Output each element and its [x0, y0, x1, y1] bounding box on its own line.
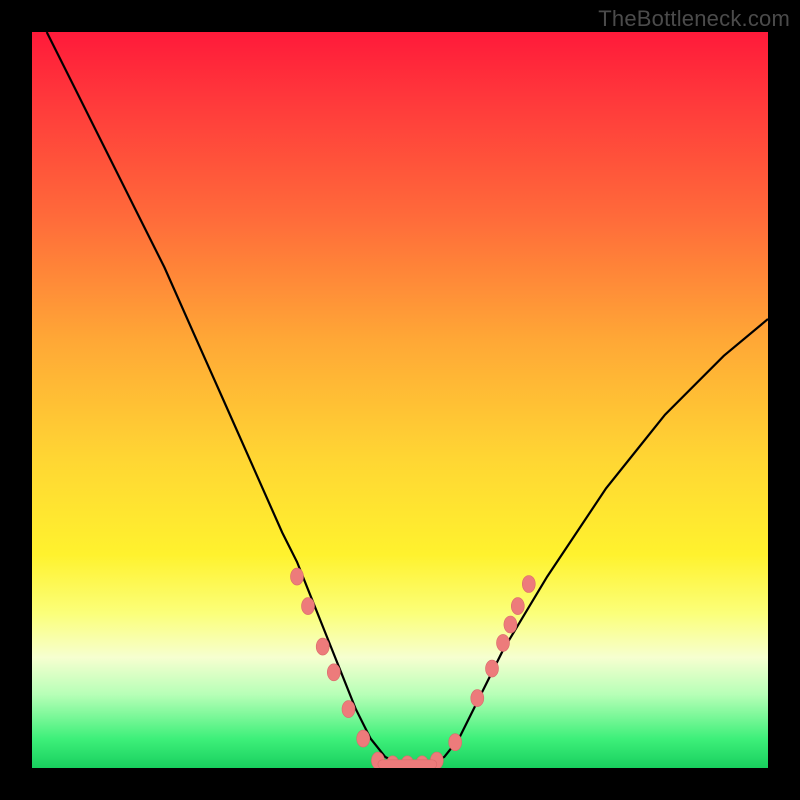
chart-frame: TheBottleneck.com: [0, 0, 800, 800]
marker-point: [522, 576, 535, 593]
bottleneck-curve: [47, 32, 768, 764]
marker-point: [486, 660, 499, 677]
marker-point: [327, 664, 340, 681]
marker-point: [511, 598, 524, 615]
marker-point: [302, 598, 315, 615]
marker-point: [504, 616, 517, 633]
marker-point: [342, 701, 355, 718]
marker-point: [449, 734, 462, 751]
marker-point: [291, 568, 304, 585]
marker-point: [357, 730, 370, 747]
highlight-markers: [291, 568, 536, 768]
chart-svg: [32, 32, 768, 768]
marker-point: [471, 690, 484, 707]
flat-bottom-bar: [378, 760, 437, 768]
marker-point: [497, 634, 510, 651]
chart-plot-area: [32, 32, 768, 768]
marker-point: [316, 638, 329, 655]
watermark-text: TheBottleneck.com: [598, 6, 790, 32]
